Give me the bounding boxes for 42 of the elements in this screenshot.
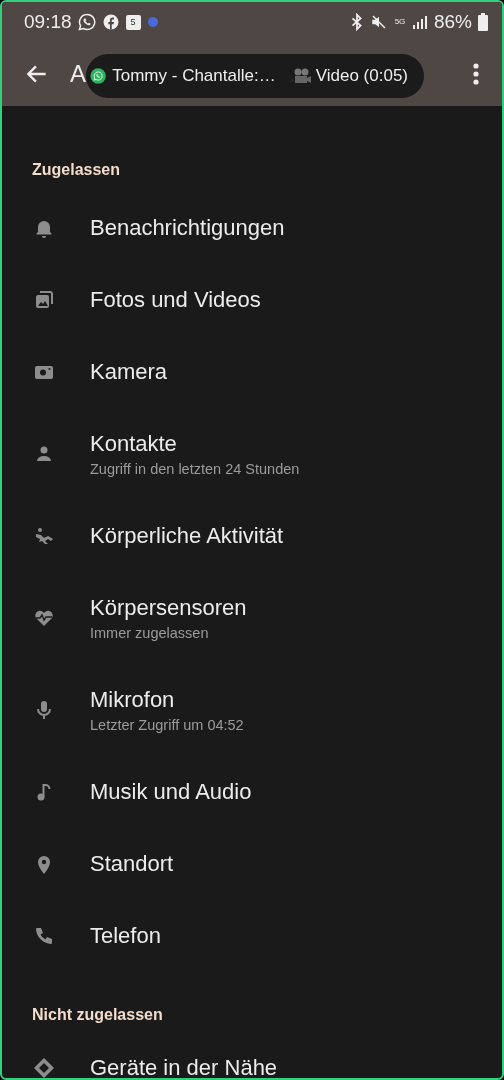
permission-item[interactable]: Standort bbox=[2, 828, 502, 900]
permission-item[interactable]: Benachrichtigungen bbox=[2, 192, 502, 264]
permission-subtitle: Immer zugelassen bbox=[90, 625, 210, 641]
ongoing-call-chip[interactable]: Tommy - Chantalle:… Video (0:05) bbox=[86, 54, 424, 98]
permission-subtitle: Zugriff in den letzten 24 Stunden bbox=[90, 461, 300, 477]
permission-title: Fotos und Videos bbox=[90, 287, 261, 313]
section-header: Nicht zugelassen bbox=[31, 1005, 164, 1025]
battery-percent: 86% bbox=[433, 11, 472, 33]
facebook-icon bbox=[101, 13, 120, 31]
signal-icon bbox=[411, 14, 428, 30]
permission-item[interactable]: Kamera bbox=[2, 336, 502, 408]
permission-item[interactable]: Mikrofon Letzter Zugriff um 04:52 bbox=[2, 664, 502, 756]
permission-subtitle: Letzter Zugriff um 04:52 bbox=[90, 717, 244, 733]
more-icon bbox=[472, 62, 480, 86]
permission-item[interactable]: Fotos und Videos bbox=[2, 264, 502, 336]
bluetooth-icon bbox=[349, 13, 364, 31]
permission-item[interactable]: Musik und Audio bbox=[2, 756, 502, 828]
permission-title: Musik und Audio bbox=[90, 779, 252, 805]
permission-item[interactable]: Kontakte Zugriff in den letzten 24 Stunden bbox=[2, 408, 502, 500]
page-title: A bbox=[70, 60, 86, 88]
permission-title: Standort bbox=[90, 851, 174, 877]
section-header: Zugelassen bbox=[31, 160, 122, 180]
permission-item[interactable]: Körpersensoren Immer zugelassen bbox=[2, 572, 502, 664]
mute-icon bbox=[369, 13, 388, 31]
permission-title: Kamera bbox=[90, 359, 168, 385]
permission-title: Kontakte bbox=[90, 431, 178, 457]
status-time: 09:18 bbox=[24, 11, 72, 33]
whatsapp-icon bbox=[77, 13, 96, 31]
permission-title: Telefon bbox=[90, 923, 161, 949]
permission-title: Geräte in der Nähe bbox=[90, 1055, 278, 1078]
permission-item[interactable]: Körperliche Aktivität bbox=[2, 500, 502, 572]
video-camera-icon bbox=[289, 67, 312, 85]
calendar-icon: 5 bbox=[125, 14, 141, 30]
permission-item[interactable]: Geräte in der Nähe bbox=[2, 1032, 502, 1078]
dot-icon bbox=[146, 16, 159, 28]
permission-item[interactable]: Telefon bbox=[2, 900, 502, 972]
permission-title: Körpersensoren bbox=[90, 595, 247, 621]
battery-icon bbox=[478, 13, 488, 31]
permission-title: Benachrichtigungen bbox=[90, 215, 285, 241]
network-label: 5G bbox=[393, 18, 406, 26]
permission-title: Mikrofon bbox=[90, 687, 176, 713]
permission-title: Körperliche Aktivität bbox=[90, 523, 284, 549]
